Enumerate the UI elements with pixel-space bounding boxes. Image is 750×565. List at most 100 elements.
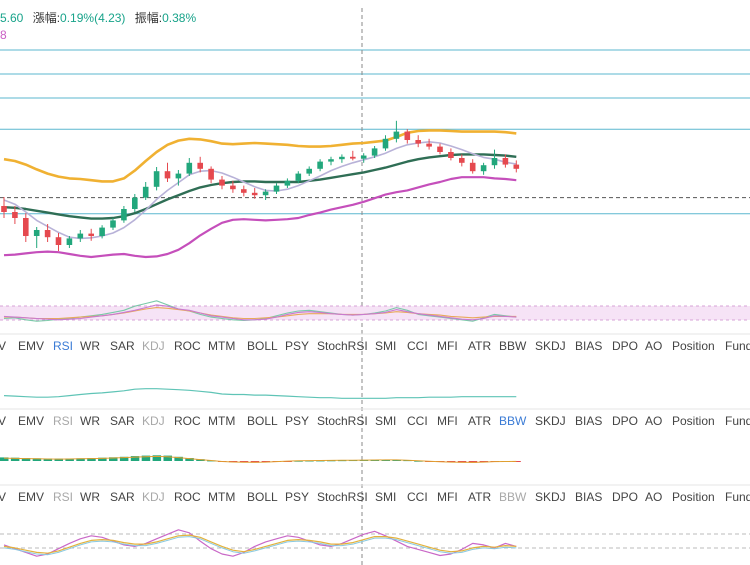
tab-bbw[interactable]: BBW: [499, 339, 526, 353]
tab-smi[interactable]: SMI: [375, 490, 396, 504]
tab-sar[interactable]: SAR: [110, 414, 135, 428]
tab-skdj[interactable]: SKDJ: [535, 490, 566, 504]
tab-bias[interactable]: BIAS: [575, 490, 602, 504]
candle-33: [350, 156, 356, 159]
tab-mtm[interactable]: MTM: [208, 414, 235, 428]
tab-wr[interactable]: WR: [80, 339, 100, 353]
tab-v[interactable]: V: [0, 339, 6, 353]
tab-mtm[interactable]: MTM: [208, 490, 235, 504]
tab-fund[interactable]: Fund: [725, 490, 750, 504]
candle-16: [164, 171, 171, 179]
tab-psy[interactable]: PSY: [285, 414, 309, 428]
tab-boll[interactable]: BOLL: [247, 490, 278, 504]
tab-emv[interactable]: EMV: [18, 490, 44, 504]
tab-ao[interactable]: AO: [645, 414, 662, 428]
candle-6: [55, 237, 62, 245]
tab-fund[interactable]: Fund: [725, 339, 750, 353]
tab-kdj[interactable]: KDJ: [142, 339, 165, 353]
candle-22: [230, 185, 236, 190]
candle-4: [33, 230, 40, 236]
tab-bias[interactable]: BIAS: [575, 414, 602, 428]
tab-cci[interactable]: CCI: [407, 339, 428, 353]
candle-13: [132, 197, 138, 209]
tab-roc[interactable]: ROC: [174, 414, 201, 428]
tab-psy[interactable]: PSY: [285, 490, 309, 504]
candle-31: [328, 159, 334, 162]
tab-fund[interactable]: Fund: [725, 414, 750, 428]
candle-34: [360, 155, 367, 159]
tab-mtm[interactable]: MTM: [208, 339, 235, 353]
tab-cci[interactable]: CCI: [407, 490, 428, 504]
tab-atr[interactable]: ATR: [468, 490, 491, 504]
tab-dpo[interactable]: DPO: [612, 339, 638, 353]
candle-37: [393, 131, 400, 139]
tab-boll[interactable]: BOLL: [247, 339, 278, 353]
price-info-bar: 5.60 漲幅:0.19%(4.23) 振幅:0.38%: [0, 9, 196, 26]
candle-24: [251, 192, 258, 196]
tab-atr[interactable]: ATR: [468, 414, 491, 428]
tab-ao[interactable]: AO: [645, 490, 662, 504]
tab-stochrsi[interactable]: StochRSI: [317, 490, 368, 504]
candle-23: [241, 189, 247, 193]
candle-39: [415, 140, 421, 144]
tab-stochrsi[interactable]: StochRSI: [317, 339, 368, 353]
tab-skdj[interactable]: SKDJ: [535, 339, 566, 353]
tab-v[interactable]: V: [0, 490, 6, 504]
tab-cci[interactable]: CCI: [407, 414, 428, 428]
tab-dpo[interactable]: DPO: [612, 490, 638, 504]
candle-5: [44, 230, 51, 238]
tab-dpo[interactable]: DPO: [612, 414, 638, 428]
tab-roc[interactable]: ROC: [174, 490, 201, 504]
tab-position[interactable]: Position: [672, 414, 715, 428]
candle-14: [142, 186, 149, 198]
tab-rsi[interactable]: RSI: [53, 490, 73, 504]
stock-chart[interactable]: [0, 0, 750, 565]
tab-rsi[interactable]: RSI: [53, 339, 73, 353]
amplitude-label: 振幅:: [134, 11, 163, 25]
price-fragment: 5.60: [0, 11, 24, 25]
tab-wr[interactable]: WR: [80, 414, 100, 428]
tab-ao[interactable]: AO: [645, 339, 662, 353]
tab-emv[interactable]: EMV: [18, 339, 44, 353]
tab-mfi[interactable]: MFI: [437, 490, 458, 504]
candle-29: [306, 168, 312, 174]
kdj-j-line: [3, 536, 517, 556]
candle-38: [404, 131, 411, 140]
candle-27: [284, 180, 291, 186]
tab-emv[interactable]: EMV: [18, 414, 44, 428]
tab-bbw[interactable]: BBW: [499, 414, 526, 428]
tab-kdj[interactable]: KDJ: [142, 490, 165, 504]
tab-roc[interactable]: ROC: [174, 339, 201, 353]
tab-position[interactable]: Position: [672, 490, 715, 504]
tab-sar[interactable]: SAR: [110, 339, 135, 353]
candle-32: [339, 156, 345, 160]
candle-8: [77, 233, 84, 239]
tab-kdj[interactable]: KDJ: [142, 414, 165, 428]
change-label: 漲幅:: [32, 11, 61, 25]
tab-position[interactable]: Position: [672, 339, 715, 353]
tab-sar[interactable]: SAR: [110, 490, 135, 504]
tab-rsi[interactable]: RSI: [53, 414, 73, 428]
amplitude-value: 0.38%: [162, 11, 197, 25]
candle-21: [219, 179, 225, 186]
tab-skdj[interactable]: SKDJ: [535, 414, 566, 428]
boll-mid-line: [3, 153, 517, 220]
tab-atr[interactable]: ATR: [468, 339, 491, 353]
candle-47: [502, 158, 509, 165]
tab-v[interactable]: V: [0, 414, 6, 428]
tab-stochrsi[interactable]: StochRSI: [317, 414, 368, 428]
candle-7: [66, 238, 73, 245]
candle-9: [88, 233, 94, 236]
tab-smi[interactable]: SMI: [375, 339, 396, 353]
tab-psy[interactable]: PSY: [285, 339, 309, 353]
tab-bias[interactable]: BIAS: [575, 339, 602, 353]
candle-2: [12, 212, 18, 218]
tab-mfi[interactable]: MFI: [437, 414, 458, 428]
tab-smi[interactable]: SMI: [375, 414, 396, 428]
tab-boll[interactable]: BOLL: [247, 414, 278, 428]
tab-wr[interactable]: WR: [80, 490, 100, 504]
bbw-line: [3, 388, 517, 399]
candle-20: [208, 168, 214, 180]
tab-bbw[interactable]: BBW: [499, 490, 526, 504]
tab-mfi[interactable]: MFI: [437, 339, 458, 353]
